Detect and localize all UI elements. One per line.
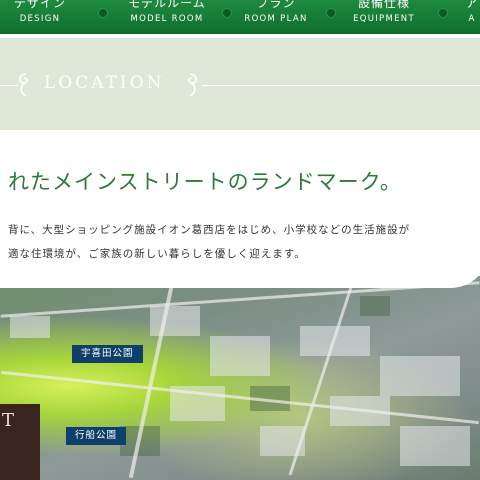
side-panel-tab[interactable]: T [0, 404, 40, 480]
nav-item-design[interactable]: デザイン DESIGN [0, 0, 90, 34]
nav-item-room-plan[interactable]: プラン ROOM PLAN [236, 0, 316, 34]
nav-item-label-en: A [468, 14, 476, 24]
nav-separator-dot [438, 8, 448, 18]
nav-item-label-jp: 設備仕様 [357, 0, 410, 10]
decorative-line [202, 85, 480, 86]
nav-item-label-en: MODEL ROOM [130, 14, 204, 24]
body-text-line: 背に、大型ショッピング施設イオン葛西店をはじめ、小学校などの生活施設が [8, 224, 411, 236]
section-header-band: LOCATION [0, 38, 480, 130]
nav-item-label-en: EQUIPMENT [353, 14, 415, 24]
nav-item-label-en: ROOM PLAN [244, 14, 308, 24]
nav-item-label-jp: モデルルーム [128, 0, 206, 10]
section-curve [0, 276, 480, 288]
nav-item-label-en: DESIGN [19, 14, 61, 24]
nav-item-model-room[interactable]: モデルルーム MODEL ROOM [112, 0, 222, 34]
body-text-line: 適な住環境が、ご家族の新しい暮らしを優しく迎えます。 [8, 248, 306, 260]
nav-item-label-jp: ア [465, 0, 479, 10]
nav-separator-dot [222, 8, 232, 18]
nav-separator-dot [98, 8, 108, 18]
nav-item-partial[interactable]: ア A [452, 0, 480, 34]
map-label-ukita-park[interactable]: 宇喜田公園 [72, 345, 143, 363]
global-nav: デザイン DESIGN モデルルーム MODEL ROOM プラン ROOM P… [0, 0, 480, 34]
side-panel-letter: T [2, 410, 15, 431]
nav-item-equipment[interactable]: 設備仕様 EQUIPMENT [340, 0, 428, 34]
flourish-left-icon [18, 73, 28, 97]
nav-item-label-jp: プラン [256, 0, 296, 10]
headline: れたメインストリートのランドマーク。 [8, 170, 402, 194]
map-label-gyosen-park[interactable]: 行船公園 [66, 427, 127, 445]
flourish-right-icon [188, 73, 198, 97]
section-title: LOCATION [44, 73, 165, 93]
aerial-photo-map [0, 276, 480, 480]
nav-item-label-jp: デザイン [13, 0, 66, 10]
nav-separator-dot [326, 8, 336, 18]
